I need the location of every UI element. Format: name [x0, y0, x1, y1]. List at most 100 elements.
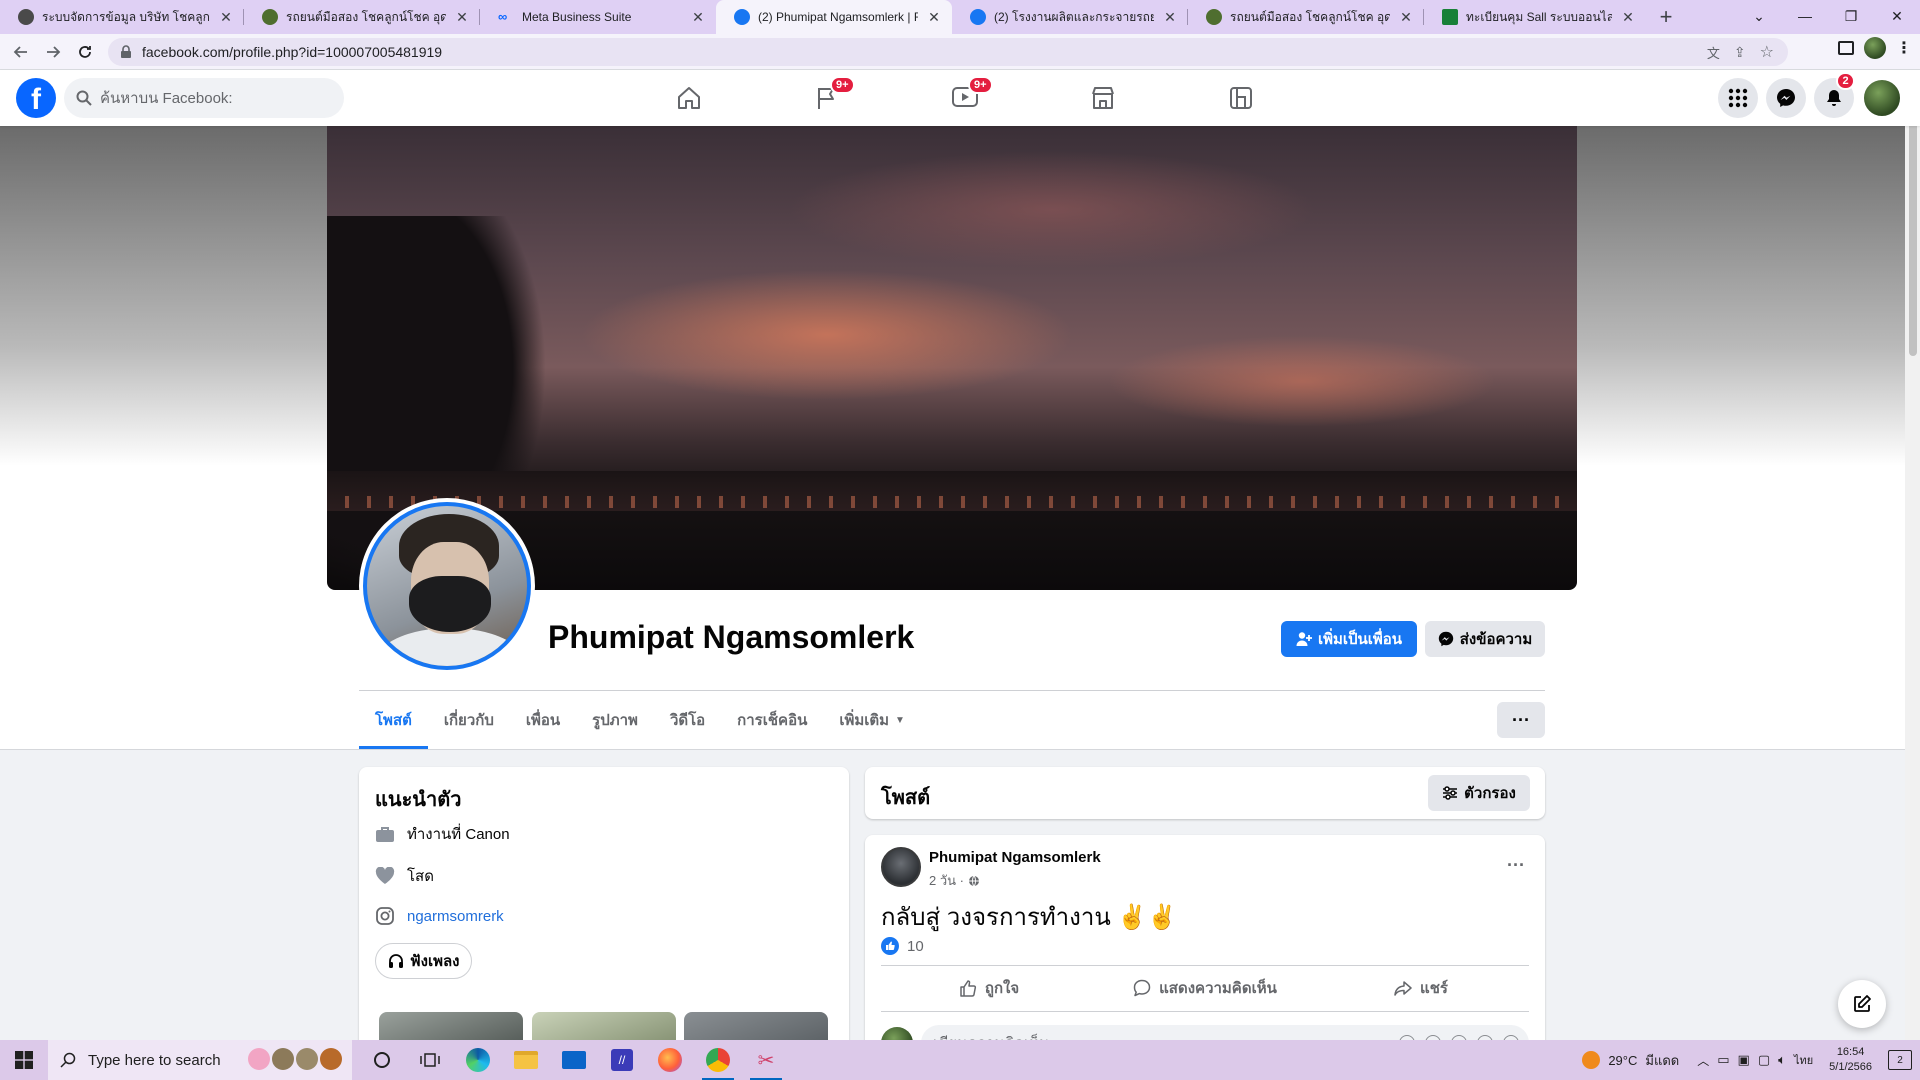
intro-instagram[interactable]: ngarmsomrerk [375, 906, 504, 926]
notifications-button[interactable]: 2 [1814, 72, 1855, 118]
tab-videos[interactable]: วิดีโอ [654, 691, 721, 749]
address-bar[interactable]: facebook.com/profile.php?id=100007005481… [108, 38, 1788, 66]
network-icon[interactable]: ▭ [1717, 1052, 1729, 1068]
task-view-button[interactable] [406, 1040, 454, 1080]
tab-close-icon[interactable]: ✕ [1162, 9, 1178, 26]
share-icon[interactable]: ⇪ [1734, 44, 1746, 61]
back-button[interactable] [6, 37, 36, 67]
nav-gaming[interactable] [1172, 70, 1310, 126]
tab-close-icon[interactable]: ✕ [926, 9, 942, 26]
weather-text[interactable]: มีแดด [1645, 1050, 1679, 1071]
notification-center-icon[interactable]: 2 [1888, 1050, 1912, 1070]
snipping-tool-app[interactable]: ✂ [742, 1040, 790, 1080]
folder-icon [514, 1051, 538, 1069]
clock[interactable]: 16:54 5/1/2566 [1829, 1045, 1872, 1075]
mail-app[interactable] [550, 1040, 598, 1080]
start-button[interactable] [0, 1040, 48, 1080]
tab-more[interactable]: เพิ่มเติม ▼ [823, 691, 921, 749]
new-message-button[interactable] [1838, 980, 1886, 1028]
add-friend-label: เพิ่มเป็นเพื่อน [1317, 631, 1403, 648]
cover-photo[interactable] [327, 126, 1577, 590]
tab-about[interactable]: เกี่ยวกับ [428, 691, 510, 749]
restore-button[interactable]: ❐ [1828, 0, 1874, 32]
tab-checkins[interactable]: การเช็คอิน [721, 691, 823, 749]
profile-avatar-icon[interactable] [1864, 37, 1886, 59]
side-panel-icon[interactable] [1838, 41, 1854, 55]
music-chip[interactable]: ฟังเพลง [375, 943, 473, 979]
forward-button[interactable] [38, 37, 68, 67]
url-text: facebook.com/profile.php?id=100007005481… [142, 44, 443, 60]
tab-search-icon[interactable]: ⌄ [1736, 0, 1782, 32]
translate-icon[interactable]: 文 [1707, 43, 1720, 62]
instagram-link[interactable]: ngarmsomrerk [407, 908, 504, 925]
tab-photos[interactable]: รูปภาพ [576, 691, 654, 749]
close-window-button[interactable]: ✕ [1874, 0, 1920, 32]
bookmark-star-icon[interactable]: ☆ [1760, 42, 1774, 62]
facebook-search-input[interactable]: ค้นหาบน Facebook: [64, 78, 344, 118]
post-author[interactable]: Phumipat Ngamsomlerk [929, 849, 1101, 866]
menu-button[interactable] [1718, 78, 1758, 118]
tab-friends[interactable]: เพื่อน [510, 691, 576, 749]
battery-icon[interactable]: ▣ [1738, 1052, 1750, 1068]
post-options-icon[interactable]: ··· [1507, 855, 1525, 876]
page-scrollbar[interactable] [1905, 70, 1920, 1040]
tab-close-icon[interactable]: ✕ [1398, 9, 1414, 26]
tab-close-icon[interactable]: ✕ [218, 9, 234, 26]
profile-bottom-border [0, 749, 1920, 750]
nav-pages[interactable]: 9+ [758, 70, 896, 126]
browser-tab[interactable]: ระบบจัดการข้อมูล บริษัท โชคลูกน์โชค ✕ [0, 0, 244, 34]
volume-icon[interactable]: 🔈︎ [1778, 1052, 1786, 1068]
more-dots: ··· [1512, 709, 1530, 730]
filter-button[interactable]: ตัวกรอง [1428, 775, 1530, 811]
chrome-app[interactable] [694, 1040, 742, 1080]
like-button[interactable]: ถูกใจ [881, 966, 1097, 1010]
tab-label: เพิ่มเติม [839, 712, 890, 729]
browser-tab[interactable]: รถยนต์มือสอง โชคลูกน์โชค อุดรธานี ✕ [1188, 0, 1424, 34]
display-icon[interactable]: ▢ [1758, 1052, 1770, 1068]
post-time[interactable]: 2 วัน · [929, 870, 964, 891]
browser-tab-active[interactable]: (2) Phumipat Ngamsomlerk | Fac ✕ [716, 0, 952, 34]
browser-tab[interactable]: (2) โรงงานผลิตและกระจายรถยนต์มือ ✕ [952, 0, 1188, 34]
message-button[interactable]: ส่งข้อความ [1425, 621, 1545, 657]
scrollbar-thumb[interactable] [1909, 86, 1917, 356]
messenger-button[interactable] [1766, 78, 1806, 118]
profile-more-button[interactable]: ··· [1497, 702, 1545, 738]
edge-app[interactable] [454, 1040, 502, 1080]
visual-studio-app[interactable]: // [598, 1040, 646, 1080]
tab-close-icon[interactable]: ✕ [454, 9, 470, 26]
file-explorer-app[interactable] [502, 1040, 550, 1080]
facebook-header: f ค้นหาบน Facebook: 9+ 9+ 2 [0, 70, 1920, 126]
menu-kebab-icon[interactable]: ⋮ [1896, 38, 1912, 58]
tab-close-icon[interactable]: ✕ [690, 9, 706, 26]
browser-tab[interactable]: รถยนต์มือสอง โชคลูกน์โชค อุดรธานี ✕ [244, 0, 480, 34]
add-friend-button[interactable]: เพิ่มเป็นเพื่อน [1281, 621, 1417, 657]
reload-button[interactable] [70, 37, 100, 67]
account-avatar[interactable] [1862, 78, 1902, 118]
post-reactions[interactable]: 10 [881, 937, 924, 955]
chevron-up-icon[interactable]: ︿ [1697, 1052, 1709, 1069]
nav-watch[interactable]: 9+ [896, 70, 1034, 126]
taskbar-search-input[interactable]: Type here to search [48, 1040, 352, 1080]
highlight-flower-icon [248, 1048, 270, 1070]
share-button[interactable]: แชร์ [1313, 966, 1529, 1010]
comment-button[interactable]: แสดงความคิดเห็น [1097, 966, 1313, 1010]
browser-tab[interactable]: ทะเบียนคุม Sall ระบบออนไลน์.xlsx - G ✕ [1424, 0, 1646, 34]
minimize-button[interactable]: — [1782, 0, 1828, 32]
back-arrow-icon [13, 45, 27, 58]
browser-tab[interactable]: ∞ Meta Business Suite ✕ [480, 0, 716, 34]
nav-home[interactable] [620, 70, 758, 126]
new-tab-button[interactable]: + [1652, 3, 1680, 31]
language-indicator[interactable]: ไทย [1794, 1051, 1813, 1069]
tab-close-icon[interactable]: ✕ [1620, 9, 1636, 26]
tab-posts[interactable]: โพสต์ [359, 691, 428, 749]
nav-marketplace[interactable] [1034, 70, 1172, 126]
post-author-avatar[interactable] [881, 847, 921, 887]
caret-down-icon: ▼ [895, 714, 905, 726]
firefox-app[interactable] [646, 1040, 694, 1080]
cortana-button[interactable] [358, 1040, 406, 1080]
facebook-logo-icon[interactable]: f [16, 78, 56, 118]
highlight-face-icon [272, 1048, 294, 1070]
post-actions: ถูกใจ แสดงความคิดเห็น แชร์ [881, 966, 1529, 1010]
temperature[interactable]: 29°C [1608, 1053, 1637, 1068]
profile-picture[interactable] [359, 498, 535, 674]
